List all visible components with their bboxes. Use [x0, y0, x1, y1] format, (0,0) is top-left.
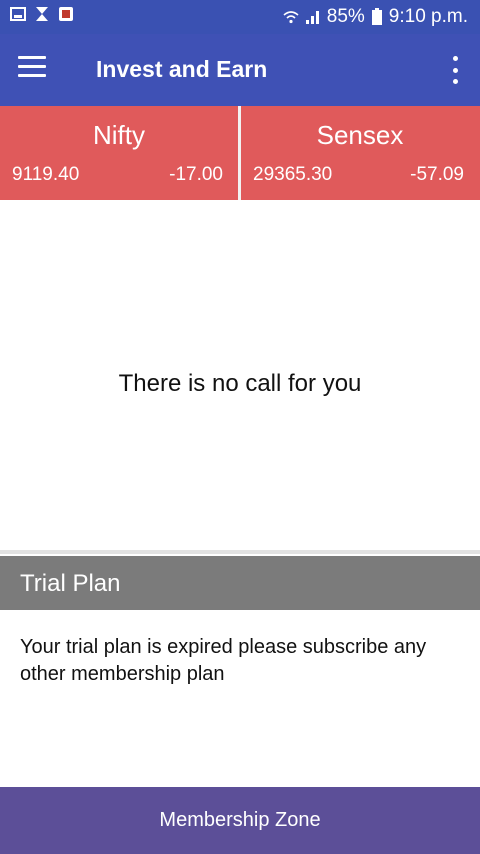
- hourglass-icon: [36, 7, 48, 21]
- market-value: 29365.30: [253, 164, 333, 185]
- wifi-icon: [283, 11, 299, 24]
- no-calls-message: There is no call for you: [118, 370, 362, 397]
- status-bar: 85% 9:10 p.m.: [0, 0, 480, 34]
- market-sensex: Sensex 29365.30 -57.09: [241, 106, 479, 200]
- battery-icon: [371, 8, 382, 25]
- battery-percent: 85%: [326, 6, 365, 27]
- signal-icon: [305, 11, 319, 24]
- page-title: Invest and Earn: [96, 56, 268, 82]
- app-bar: Invest and Earn: [0, 34, 480, 106]
- market-name: Nifty: [93, 120, 145, 150]
- notification-icons: [10, 6, 74, 22]
- market-name: Sensex: [316, 120, 404, 150]
- membership-zone-button[interactable]: Membership Zone: [0, 787, 480, 854]
- market-value: 9119.40: [12, 164, 80, 185]
- clock: 9:10 p.m.: [388, 6, 468, 27]
- trial-plan-title: Trial Plan: [20, 570, 121, 597]
- app-notification-icon: [59, 7, 73, 21]
- gallery-icon: [10, 7, 26, 21]
- overflow-menu-icon[interactable]: [448, 56, 462, 84]
- market-nifty: Nifty 9119.40 -17.00: [0, 106, 238, 200]
- market-ticker: Nifty 9119.40 -17.00 Sensex 29365.30 -57…: [0, 106, 480, 200]
- section-divider: [0, 550, 480, 554]
- market-change: -57.09: [410, 164, 464, 185]
- trial-plan-message: Your trial plan is expired please subscr…: [20, 636, 427, 685]
- market-change: -17.00: [169, 164, 223, 185]
- trial-plan-header: Trial Plan: [0, 556, 480, 610]
- hamburger-menu-icon[interactable]: [18, 56, 46, 84]
- system-indicators: 85% 9:10 p.m.: [283, 6, 468, 28]
